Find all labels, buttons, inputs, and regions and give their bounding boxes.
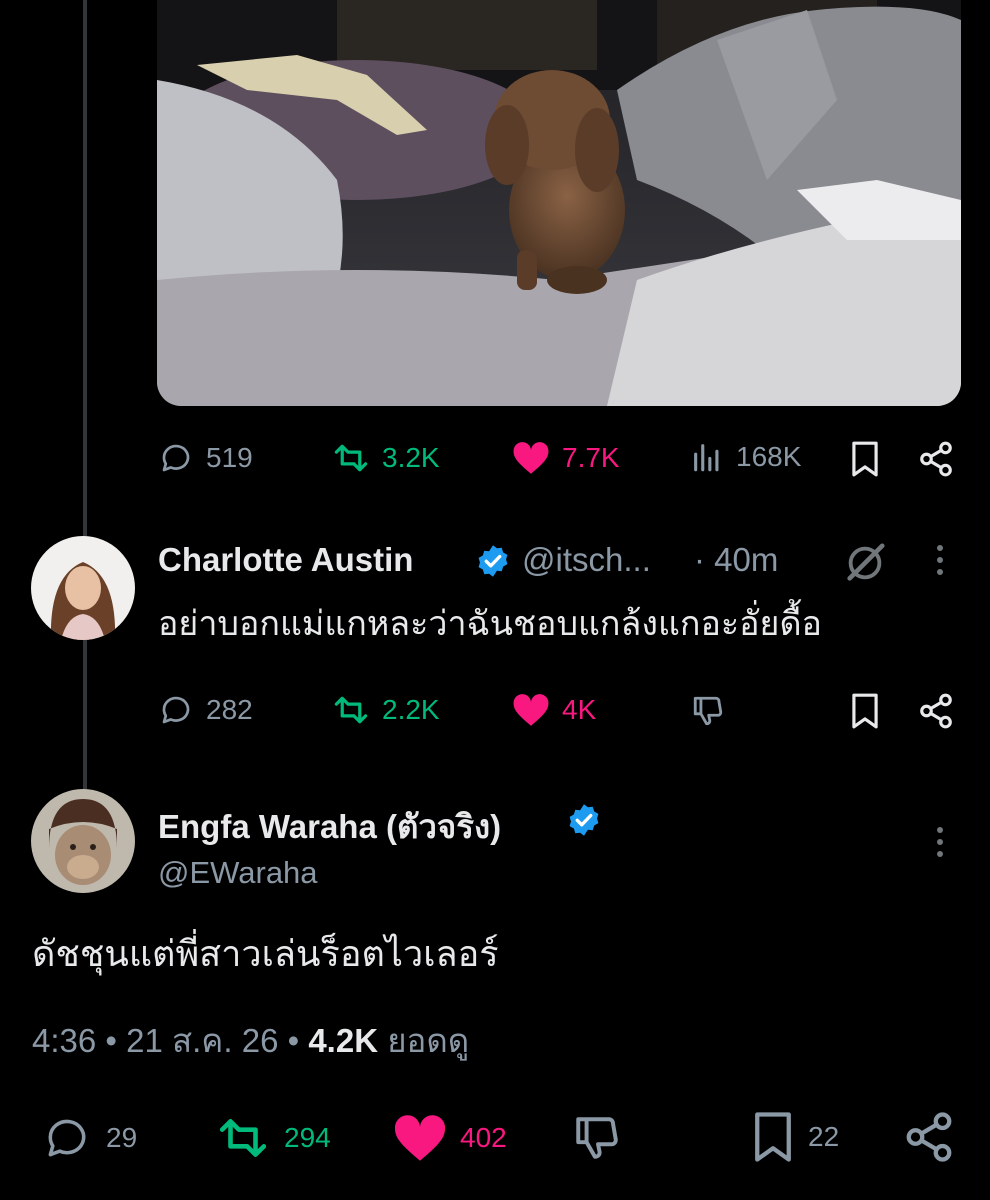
retweet-action[interactable]: 294: [214, 1113, 331, 1163]
like-action[interactable]: 402: [392, 1113, 507, 1163]
reply-count: 519: [206, 442, 253, 473]
reply-action[interactable]: 29: [40, 1113, 137, 1163]
like-count: 402: [460, 1122, 507, 1153]
reply-count: 29: [106, 1122, 138, 1153]
reply-icon: [162, 444, 190, 472]
retweet-icon: [334, 444, 368, 472]
like-count: 7.7K: [562, 442, 620, 473]
retweet-action[interactable]: 3.2K: [332, 440, 440, 476]
thread-line-2: [83, 640, 87, 790]
tweet-text: ดัชชุนแต่พี่สาวเล่นร็อตไวเลอร์: [32, 933, 499, 974]
tweet-photo[interactable]: [157, 0, 961, 406]
reply-icon: [48, 1119, 86, 1157]
views-count: 168K: [736, 441, 802, 472]
views-label: ยอดดู: [387, 1022, 470, 1059]
share-icon[interactable]: [916, 440, 956, 478]
bookmark-icon[interactable]: [848, 692, 882, 730]
verified-badge-icon: [478, 545, 508, 577]
more-options-icon[interactable]: [937, 545, 943, 575]
retweet-icon: [334, 696, 368, 724]
share-icon[interactable]: [902, 1110, 956, 1164]
display-name[interactable]: Engfa Waraha (ตัวจริง): [158, 800, 501, 853]
views-action[interactable]: 168K: [690, 440, 801, 474]
user-handle[interactable]: @EWaraha: [158, 855, 318, 891]
reply-action[interactable]: 519: [158, 440, 253, 476]
like-count: 4K: [562, 694, 597, 725]
reply-action[interactable]: 282: [158, 692, 253, 728]
reply-icon: [162, 696, 190, 724]
display-name[interactable]: Charlotte Austin: [158, 541, 413, 579]
retweet-count: 294: [284, 1122, 331, 1153]
reply-count: 282: [206, 694, 253, 725]
thread-line: [83, 0, 87, 540]
retweet-count: 2.2K: [382, 694, 440, 725]
heart-icon: [513, 442, 549, 474]
bookmark-icon: [755, 1112, 791, 1162]
grok-icon[interactable]: [842, 540, 888, 586]
avatar[interactable]: [31, 789, 135, 893]
reply-text: อย่าบอกแม่แกหละว่าฉันชอบแกล้งแกอะอั่ยดื้…: [158, 605, 822, 643]
heart-icon: [394, 1115, 446, 1161]
like-action[interactable]: 7.7K: [512, 440, 620, 476]
views-icon: [694, 444, 719, 472]
heart-icon: [513, 694, 549, 726]
share-icon[interactable]: [916, 692, 956, 730]
dislike-icon[interactable]: [690, 694, 726, 728]
bookmark-count: 22: [808, 1121, 840, 1152]
view-count[interactable]: 4.2K: [308, 1022, 378, 1059]
tweet-meta: 4:36 • 21 ส.ค. 26 • 4.2K ยอดดู: [32, 1022, 470, 1059]
user-handle[interactable]: @itsch...: [522, 541, 651, 579]
bookmark-action[interactable]: 22: [750, 1110, 839, 1164]
more-options-icon[interactable]: [937, 827, 943, 857]
retweet-count: 3.2K: [382, 442, 440, 473]
tweet-date: 21 ส.ค. 26: [126, 1022, 279, 1059]
tweet-time: 4:36: [32, 1022, 97, 1059]
bookmark-icon[interactable]: [848, 440, 882, 478]
dislike-icon[interactable]: [570, 1113, 624, 1163]
avatar[interactable]: [31, 536, 135, 640]
retweet-icon: [219, 1119, 267, 1157]
like-action[interactable]: 4K: [512, 692, 596, 728]
verified-badge-icon: [569, 804, 599, 836]
timestamp[interactable]: · 40m: [694, 541, 778, 579]
retweet-action[interactable]: 2.2K: [332, 692, 440, 728]
